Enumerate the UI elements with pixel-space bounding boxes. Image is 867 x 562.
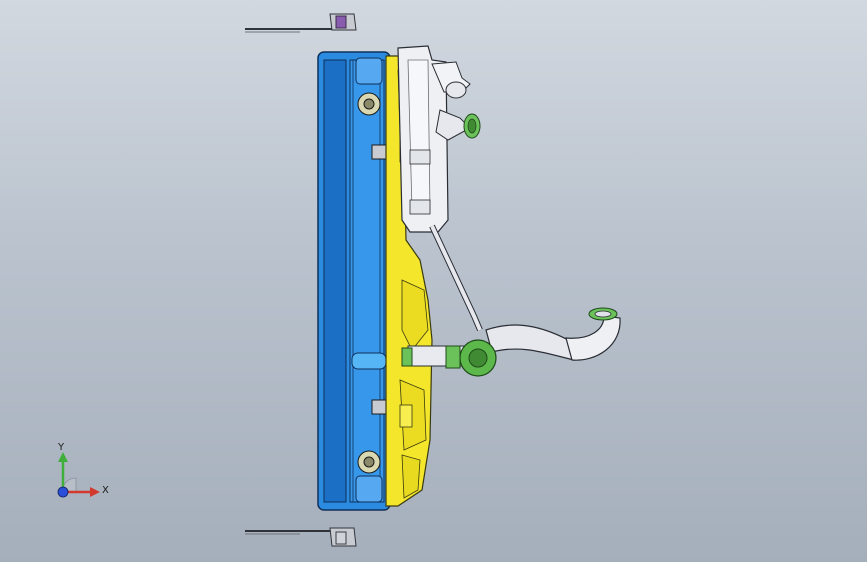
radiator-core[interactable] <box>317 51 391 511</box>
axis-triad-graphic <box>57 452 100 498</box>
bottom-mount-bracket[interactable] <box>245 527 357 547</box>
x-axis-label: X <box>102 485 109 496</box>
y-axis-label: Y <box>58 442 65 453</box>
bleed-hose[interactable] <box>429 224 483 332</box>
upper-coolant-hose[interactable] <box>435 109 481 141</box>
coordinate-triad: Y X <box>44 440 114 510</box>
x-axis-arrow <box>90 487 100 497</box>
y-axis-arrow <box>58 452 68 462</box>
radiator-assembly-model[interactable] <box>0 0 867 562</box>
expansion-tank[interactable] <box>397 45 471 233</box>
lower-coolant-hose[interactable] <box>407 307 621 367</box>
top-mount-bracket[interactable] <box>245 13 357 33</box>
z-axis-dot <box>57 486 69 498</box>
graphics-viewport[interactable]: Y X <box>0 0 867 562</box>
